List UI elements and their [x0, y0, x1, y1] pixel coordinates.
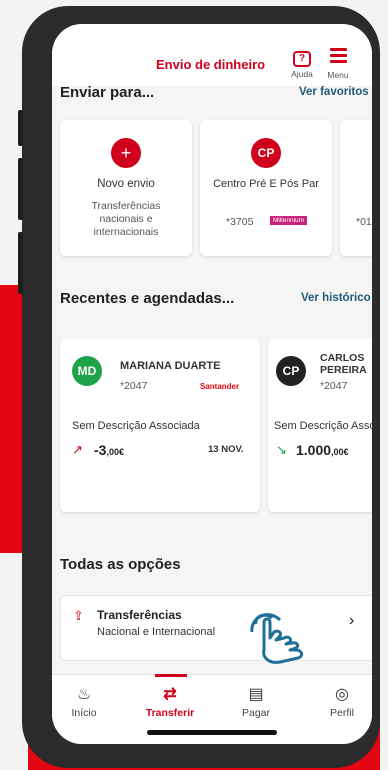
page-title: Envio de dinheiro	[156, 57, 266, 72]
favorite-card-partial[interactable]: *01	[340, 120, 372, 256]
recent-title: Recentes e agendadas...	[60, 290, 235, 307]
card-name: Novo envio	[97, 178, 155, 190]
nav-profile[interactable]: ◎ Perfil	[312, 685, 372, 719]
see-history-link[interactable]: Ver histórico	[301, 292, 371, 304]
nav-transfer[interactable]: ⇄ Transferir	[140, 685, 200, 719]
transfer-amount: 1.000,00€	[296, 442, 349, 458]
nav-home[interactable]: ♨ Início	[54, 685, 114, 719]
incoming-arrow-icon: ↘	[276, 442, 287, 457]
home-indicator	[147, 730, 277, 735]
chevron-right-icon: ›	[349, 612, 355, 629]
favorite-card[interactable]: CP Centro Pré E Pós Par *3705 Millennium	[200, 120, 332, 256]
outgoing-arrow-icon: ↗	[72, 442, 83, 457]
recipient-name-line: PEREIRA	[320, 364, 367, 376]
transfer-send-icon: ⇪	[73, 608, 84, 623]
all-options-title: Todas as opções	[60, 556, 181, 573]
avatar: CP	[276, 356, 306, 386]
option-sublabel: Nacional e Internacional	[97, 626, 216, 638]
pay-icon: ▤	[248, 686, 264, 703]
account-number: *2047	[320, 380, 348, 392]
recent-transfer-card[interactable]: MD MARIANA DUARTE *2047 Santander Sem De…	[60, 338, 260, 512]
nav-label: Transferir	[145, 707, 195, 719]
new-transfer-card[interactable]: + Novo envio Transferências nacionais e …	[60, 120, 192, 256]
avatar: MD	[72, 356, 102, 386]
recipient-name-line: CARLOS	[320, 352, 365, 364]
plus-icon: +	[111, 138, 141, 168]
app-header: Envio de dinheiro ? Ajuda Menu	[52, 24, 372, 86]
menu-label: Menu	[327, 70, 349, 80]
card-name: Centro Pré E Pós Par	[213, 178, 319, 190]
transfer-description: Sem Descrição Associada	[72, 420, 200, 432]
home-icon: ♨	[76, 686, 92, 703]
app-screen: Envio de dinheiro ? Ajuda Menu Enviar pa…	[52, 24, 372, 744]
recipient-name: MARIANA DUARTE	[120, 360, 221, 372]
card-desc-line: internacionais	[93, 226, 159, 238]
transfer-description: Sem Descrição Asso	[274, 420, 372, 432]
phone-side-button	[18, 158, 23, 220]
menu-button[interactable]: Menu	[320, 48, 356, 80]
transfer-icon: ⇄	[163, 686, 177, 703]
send-to-title: Enviar para...	[60, 84, 155, 101]
card-desc-line: nacionais e	[99, 213, 153, 225]
option-transfers[interactable]: ⇪ Transferências Nacional e Internaciona…	[60, 595, 372, 661]
nav-label: Início	[71, 707, 97, 719]
nav-label: Perfil	[330, 707, 354, 719]
avatar: CP	[251, 138, 281, 168]
profile-icon: ◎	[335, 686, 349, 703]
tap-hand-icon	[250, 613, 304, 664]
active-tab-indicator	[155, 674, 187, 677]
phone-side-button	[18, 110, 23, 146]
santander-logo: Santander	[200, 382, 240, 391]
millennium-logo: Millennium	[270, 216, 308, 225]
menu-icon	[329, 48, 347, 63]
transfer-amount: -3,00€	[94, 442, 124, 458]
help-icon: ?	[293, 51, 311, 67]
option-label: Transferências	[97, 608, 182, 622]
nav-pay[interactable]: ▤ Pagar	[226, 685, 286, 719]
transfer-date: 13 NOV.	[208, 444, 244, 455]
card-desc-line: Transferências	[91, 200, 161, 212]
phone-side-button	[18, 232, 23, 294]
account-number: *2047	[120, 380, 148, 392]
help-label: Ajuda	[291, 69, 313, 79]
recent-transfer-card[interactable]: CP CARLOS PEREIRA *2047 Sem Descrição As…	[268, 338, 372, 512]
account-number: *3705	[226, 216, 254, 228]
see-favorites-link[interactable]: Ver favoritos	[299, 86, 369, 98]
nav-label: Pagar	[241, 707, 271, 719]
help-button[interactable]: ? Ajuda	[284, 48, 320, 79]
account-number: *01	[356, 216, 372, 228]
